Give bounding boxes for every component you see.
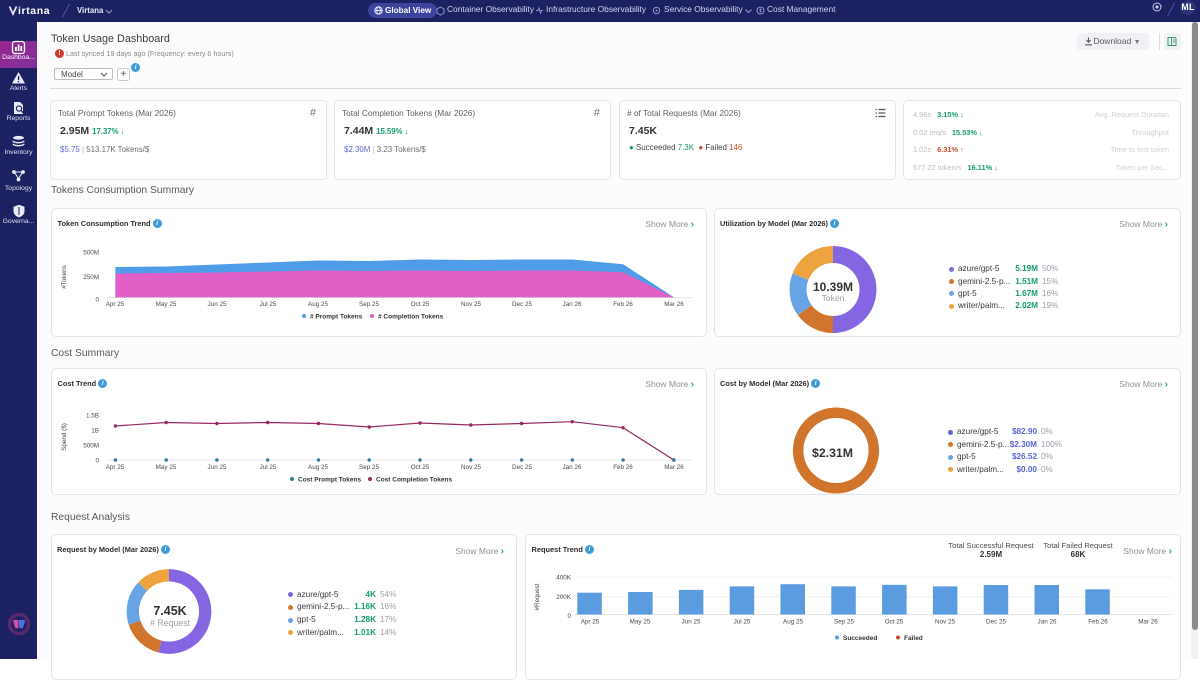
svg-text:Cost Completion Tokens: Cost Completion Tokens	[376, 477, 452, 484]
svg-text:May 25: May 25	[156, 301, 177, 308]
svg-text:Sep 25: Sep 25	[359, 464, 379, 471]
svg-text:Apr 25: Apr 25	[106, 464, 125, 471]
svg-text:#Request: #Request	[534, 583, 541, 610]
svg-text:Oct 25: Oct 25	[885, 619, 904, 626]
svg-text:500M: 500M	[83, 443, 99, 450]
svg-text:Jun 25: Jun 25	[682, 619, 701, 626]
svg-text:1.5B: 1.5B	[86, 413, 99, 420]
svg-text:Cost Prompt Tokens: Cost Prompt Tokens	[298, 477, 361, 484]
svg-text:Jan 26: Jan 26	[563, 464, 582, 471]
svg-text:Failed: Failed	[904, 635, 923, 642]
svg-text:#Tokens: #Tokens	[61, 265, 68, 288]
svg-text:Jul 25: Jul 25	[734, 619, 751, 626]
svg-text:Sep 25: Sep 25	[834, 619, 854, 626]
svg-text:200K: 200K	[556, 594, 572, 601]
svg-text:Mar 26: Mar 26	[664, 464, 684, 471]
svg-text:Aug 25: Aug 25	[308, 464, 328, 471]
svg-text:May 25: May 25	[156, 464, 177, 471]
svg-text:Jan 26: Jan 26	[1038, 619, 1057, 626]
svg-text:Jan 26: Jan 26	[563, 301, 582, 308]
svg-text:Dec 25: Dec 25	[512, 464, 532, 471]
svg-text:500M: 500M	[83, 250, 99, 257]
svg-text:400K: 400K	[556, 575, 572, 582]
svg-text:irtana: irtana	[18, 5, 50, 17]
svg-text:# Prompt Tokens: # Prompt Tokens	[310, 314, 363, 321]
svg-text:1B: 1B	[91, 428, 99, 435]
svg-text:Feb 26: Feb 26	[613, 464, 633, 471]
svg-text:Jun 25: Jun 25	[208, 464, 227, 471]
svg-text:0: 0	[95, 458, 99, 465]
svg-text:Nov 25: Nov 25	[461, 301, 481, 308]
svg-text:Dec 25: Dec 25	[986, 619, 1006, 626]
svg-text:Jun 25: Jun 25	[208, 301, 227, 308]
svg-text:Oct 25: Oct 25	[411, 464, 430, 471]
svg-text:Feb 26: Feb 26	[613, 301, 633, 308]
svg-text:Aug 25: Aug 25	[308, 301, 328, 308]
svg-text:0: 0	[95, 297, 99, 304]
svg-text:Dec 25: Dec 25	[512, 301, 532, 308]
svg-text:Sep 25: Sep 25	[359, 301, 379, 308]
svg-text:Mar 26: Mar 26	[664, 301, 684, 308]
svg-text:250M: 250M	[83, 274, 99, 281]
svg-text:Succeeded: Succeeded	[843, 635, 877, 642]
svg-text:Mar 26: Mar 26	[1138, 619, 1158, 626]
svg-text:Spend ($): Spend ($)	[61, 423, 68, 451]
svg-text:Apr 25: Apr 25	[581, 619, 600, 626]
svg-text:Feb 26: Feb 26	[1088, 619, 1108, 626]
svg-text:Nov 25: Nov 25	[461, 464, 481, 471]
svg-text:Aug 25: Aug 25	[783, 619, 803, 626]
svg-text:Oct 25: Oct 25	[411, 301, 430, 308]
svg-text:Jul 25: Jul 25	[260, 301, 277, 308]
svg-text:May 25: May 25	[630, 619, 651, 626]
svg-text:Jul 25: Jul 25	[260, 464, 277, 471]
svg-text:Nov 25: Nov 25	[935, 619, 955, 626]
svg-text:# Completion Tokens: # Completion Tokens	[378, 314, 444, 321]
svg-text:Apr 25: Apr 25	[106, 301, 125, 308]
svg-text:0: 0	[567, 613, 571, 620]
